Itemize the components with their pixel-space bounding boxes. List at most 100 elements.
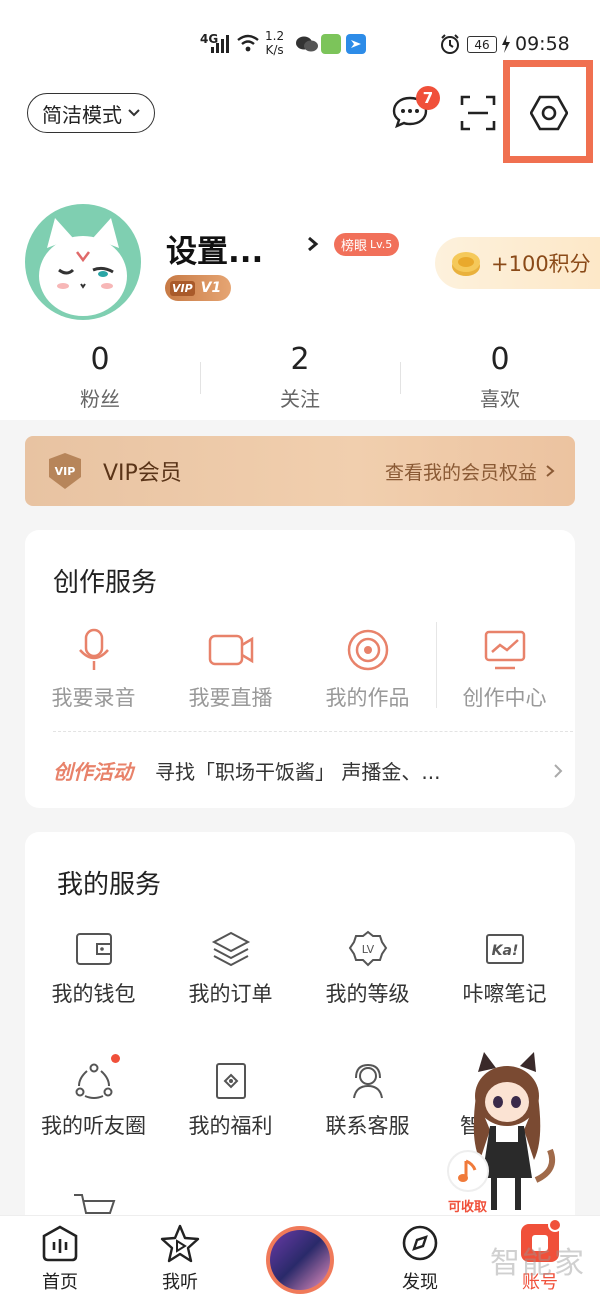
customer-service-button[interactable]: 联系客服: [299, 1062, 436, 1140]
simple-mode-button[interactable]: 简洁模式: [27, 93, 155, 133]
anime-girl-mascot-icon: [473, 1052, 556, 1210]
headset-icon: [352, 1063, 383, 1099]
stat-label: 喜欢: [480, 387, 520, 411]
wallet-icon: [75, 933, 112, 965]
gift-card-icon: [215, 1063, 246, 1099]
scan-button[interactable]: [460, 95, 496, 131]
stat-label: 关注: [280, 387, 320, 411]
level-badge-icon: LV: [348, 930, 387, 967]
service-label: 我要直播: [188, 686, 273, 710]
tab-label: 我听: [162, 1272, 198, 1293]
level-button[interactable]: LV 我的等级: [299, 930, 436, 1008]
wechat-icon: [296, 35, 318, 53]
friends-circle-button[interactable]: 我的听友圈: [25, 1062, 162, 1140]
compass-icon: [402, 1225, 438, 1261]
stat-label: 粉丝: [80, 387, 120, 411]
charging-icon: [501, 35, 511, 53]
cart-icon[interactable]: [72, 1193, 116, 1215]
rank-label: 榜眼: [341, 239, 368, 254]
circle-friends-icon: [75, 1063, 112, 1099]
settings-highlight-box: [503, 60, 593, 163]
creation-title: 创作服务: [53, 568, 158, 598]
notification-dot: [111, 1054, 120, 1063]
my-works-button[interactable]: 我的作品: [299, 628, 436, 712]
chevron-right-icon: [554, 763, 563, 778]
home-icon: [42, 1225, 78, 1262]
collect-caption: 可收取: [448, 1200, 488, 1215]
music-note-button[interactable]: [447, 1150, 489, 1192]
net-speed-value: 1.2: [265, 29, 285, 43]
app-notify-icon: [321, 34, 341, 54]
stat-likes[interactable]: 0 喜欢: [400, 342, 600, 412]
vip-level: V1: [200, 280, 222, 296]
tab-home[interactable]: 首页: [0, 1224, 120, 1294]
activity-tag: 创作活动: [53, 760, 133, 784]
tab-label: 首页: [42, 1272, 78, 1293]
battery-icon: 46: [467, 36, 497, 53]
my-services-title: 我的服务: [57, 870, 162, 900]
mascot-widget[interactable]: [440, 1050, 560, 1220]
creation-activity-row[interactable]: 创作活动 寻找「职场干饭酱」 声播金、...: [53, 756, 563, 785]
ka-notes-button[interactable]: Ka! 咔嚓笔记: [436, 930, 573, 1008]
svg-text:LV: LV: [361, 943, 374, 956]
vip-membership-bar[interactable]: VIP VIP会员 查看我的会员权益: [25, 436, 575, 506]
message-count-badge: 7: [416, 86, 440, 110]
avatar[interactable]: [25, 204, 141, 320]
service-label: 我的听友圈: [41, 1114, 146, 1138]
service-label: 我的作品: [325, 686, 410, 710]
ka-note-icon: Ka!: [485, 934, 524, 964]
chevron-down-icon: [128, 109, 140, 117]
tab-label: 发现: [402, 1272, 438, 1293]
rank-badge[interactable]: 榜眼 Lv.5: [334, 233, 400, 256]
vip-crest-icon: VIP: [49, 453, 81, 489]
profile-name[interactable]: 设置...: [166, 226, 263, 271]
vip-benefits-link[interactable]: 查看我的会员权益: [385, 458, 537, 485]
clock: 09:58: [515, 33, 570, 55]
wifi-icon: [236, 33, 260, 53]
chevron-right-icon[interactable]: [307, 236, 319, 252]
video-camera-icon: [208, 634, 253, 666]
service-label: 我要录音: [51, 686, 136, 710]
now-playing-button[interactable]: [266, 1226, 334, 1294]
tab-discover[interactable]: 发现: [360, 1224, 480, 1294]
stat-value: 2: [290, 342, 310, 377]
coin-icon: [452, 252, 480, 276]
service-label: 创作中心: [462, 686, 547, 710]
creator-center-button[interactable]: 创作中心: [436, 628, 573, 712]
layers-icon: [211, 931, 250, 967]
vip-title: VIP会员: [103, 461, 182, 486]
disc-icon: [347, 629, 388, 671]
vip-shield-icon: VIP: [170, 280, 195, 296]
orders-button[interactable]: 我的订单: [162, 930, 299, 1008]
chevron-right-icon: [546, 465, 555, 477]
watermark: 智能家: [490, 1246, 586, 1281]
music-note-icon: [458, 1159, 477, 1182]
net-speed-unit: K/s: [265, 43, 284, 57]
stat-following[interactable]: 2 关注: [200, 342, 400, 412]
mode-label: 简洁模式: [42, 102, 122, 127]
tab-listening[interactable]: 我听: [120, 1224, 240, 1294]
monitor-chart-icon: [484, 630, 525, 670]
service-label: 我的订单: [188, 982, 273, 1006]
service-label: 我的福利: [188, 1114, 273, 1138]
vip-level-tag[interactable]: VIP V1: [165, 275, 231, 301]
message-app-icon: [346, 34, 366, 54]
points-button[interactable]: +100积分: [435, 237, 600, 289]
microphone-icon: [78, 628, 109, 670]
dashed-divider: [53, 731, 573, 732]
cat-avatar-icon: [39, 218, 127, 316]
alarm-icon: [439, 33, 461, 55]
scan-icon: [460, 95, 496, 131]
now-playing-cover: [270, 1230, 330, 1290]
record-audio-button[interactable]: 我要录音: [25, 628, 162, 712]
stat-value: 0: [490, 342, 510, 377]
signal-icon: [211, 33, 233, 53]
stat-fans[interactable]: 0 粉丝: [0, 342, 200, 412]
rank-level: Lv.5: [370, 238, 393, 251]
go-live-button[interactable]: 我要直播: [162, 628, 299, 712]
wallet-button[interactable]: 我的钱包: [25, 930, 162, 1008]
star-play-icon: [160, 1224, 200, 1263]
benefits-button[interactable]: 我的福利: [162, 1062, 299, 1140]
stat-value: 0: [90, 342, 110, 377]
service-label: 我的等级: [325, 982, 410, 1006]
